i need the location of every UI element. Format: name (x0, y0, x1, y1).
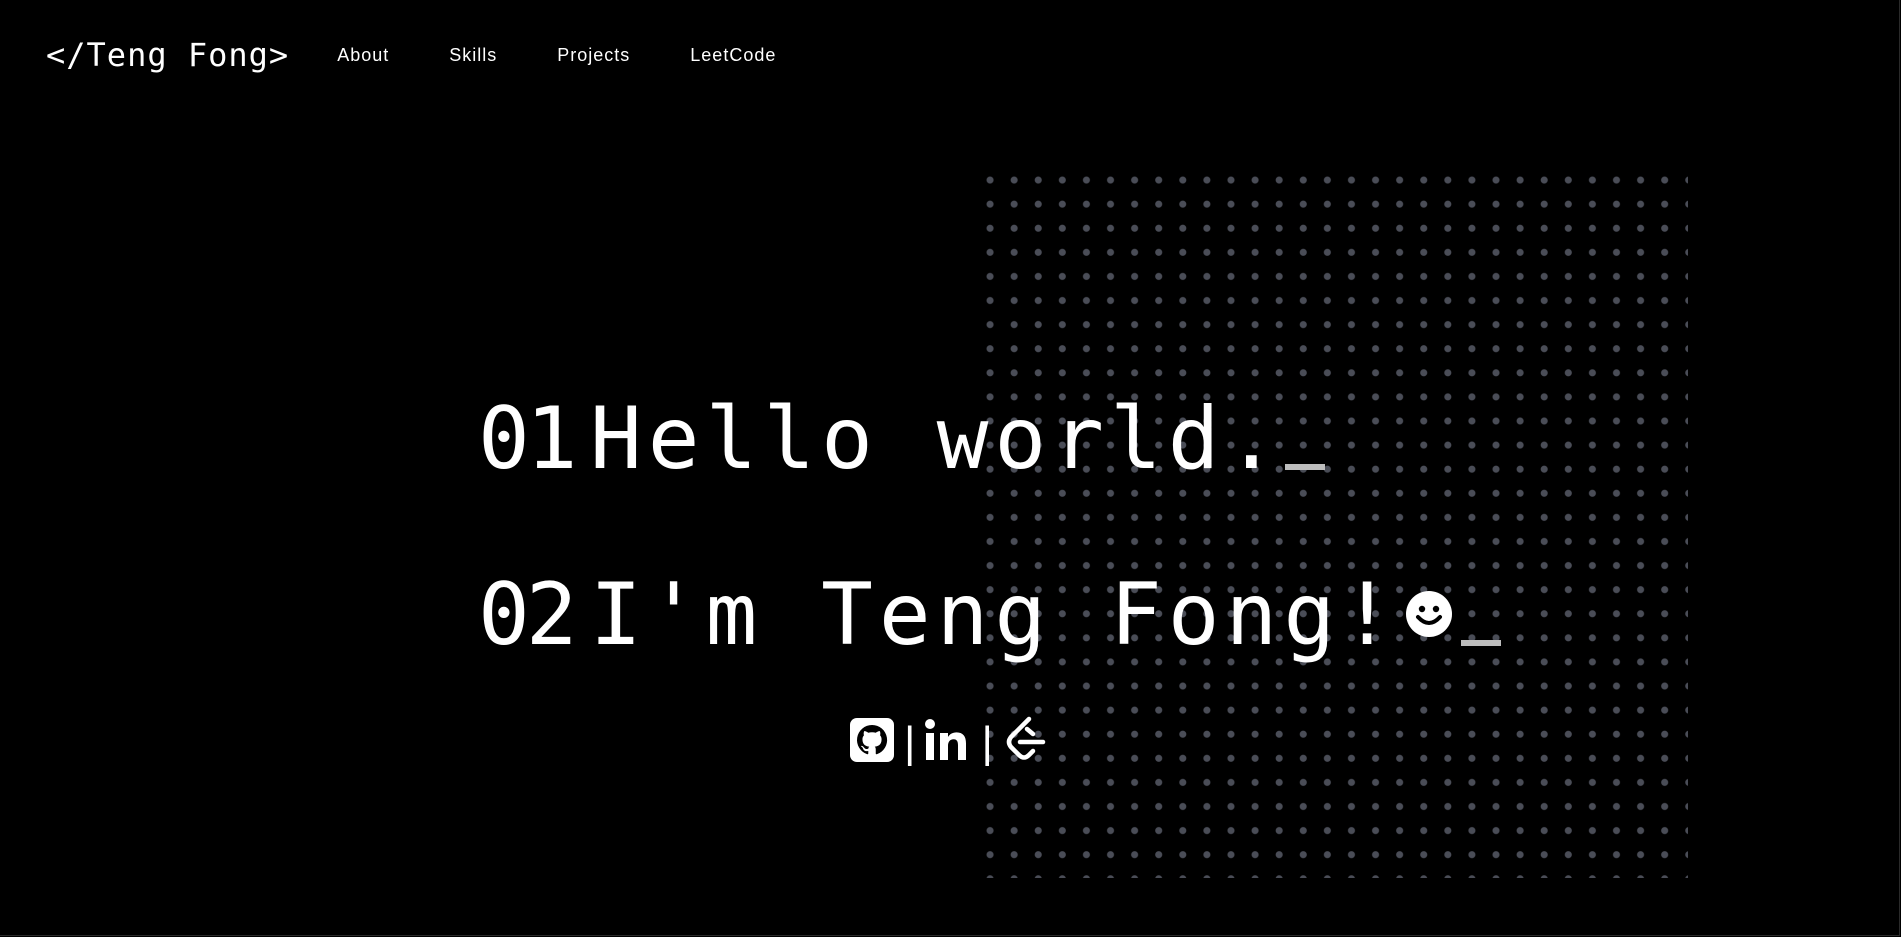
hero-intro: I'm Teng Fong! (590, 565, 1399, 665)
smiley-face-icon (1405, 566, 1453, 637)
hero-section: 01 Hello world. 02 I'm Teng Fong! | | (0, 0, 1901, 937)
blinking-cursor (1285, 464, 1326, 470)
hero-line-1: 01 Hello world. (478, 389, 1326, 489)
line-number: 02 (478, 565, 578, 665)
social-separator: | (981, 718, 993, 767)
hero-greeting: Hello world. (590, 389, 1284, 489)
linkedin-icon[interactable] (925, 718, 971, 762)
hero-line-2: 02 I'm Teng Fong! (478, 572, 1501, 658)
blinking-cursor (1460, 640, 1501, 646)
github-icon[interactable] (850, 718, 894, 762)
leetcode-icon[interactable] (1003, 716, 1047, 764)
line-number: 01 (478, 389, 578, 489)
social-separator: | (904, 718, 916, 767)
social-links: | | (850, 712, 1047, 768)
